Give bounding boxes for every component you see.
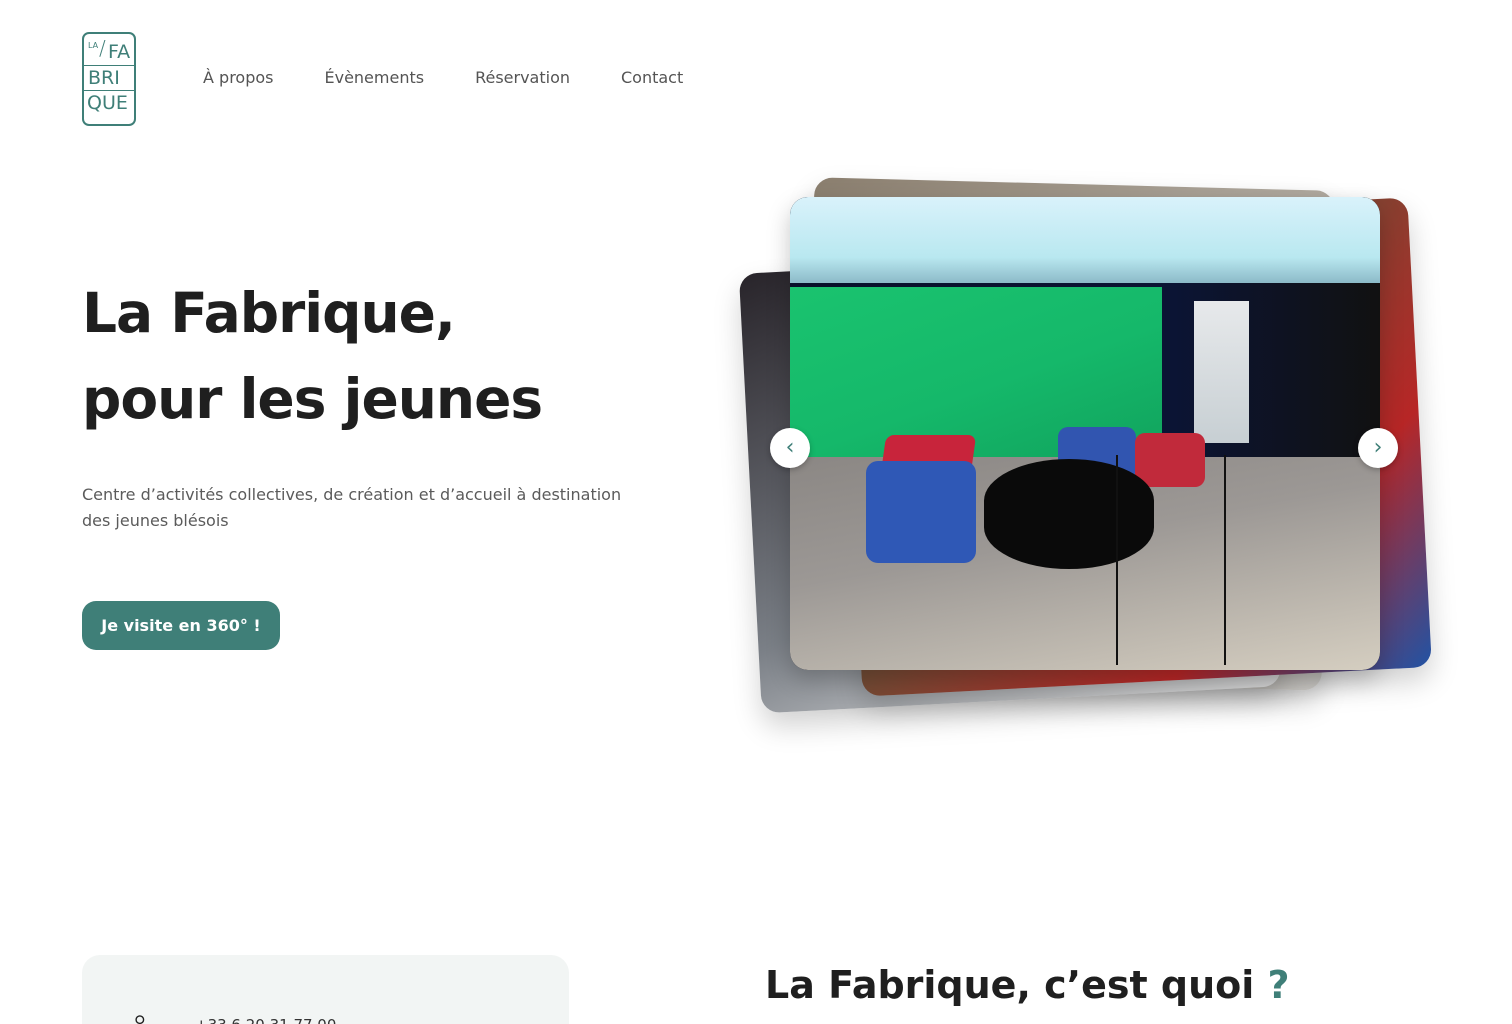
logo-divider-2 (84, 90, 134, 91)
main-nav: À propos Évènements Réservation Contact (203, 68, 683, 87)
logo-la: LA (88, 41, 99, 50)
hero-title-line-2: pour les jeunes (82, 367, 543, 431)
chevron-right-icon: › (1373, 435, 1383, 460)
chevron-left-icon: ‹ (785, 435, 795, 460)
section-title-question-mark: ? (1267, 963, 1290, 1007)
location-pin-icon: ⚲ (134, 1012, 146, 1024)
phone-number[interactable]: +33 6 20 31 77 00 (195, 1016, 336, 1024)
logo-slash: / (99, 36, 106, 60)
logo[interactable]: LA / FA BRI QUE (82, 32, 136, 126)
hero-description: Centre d’activités collectives, de créat… (82, 485, 622, 530)
photo-tripod (1116, 455, 1226, 665)
logo-que: QUE (87, 92, 128, 114)
contact-info-box (82, 955, 569, 1024)
photo-ceiling (790, 197, 1380, 283)
photo-cutout-figure (1194, 301, 1249, 443)
nav-link-reservation[interactable]: Réservation (475, 68, 570, 87)
nav-link-evenements[interactable]: Évènements (324, 68, 424, 87)
section-title-text: La Fabrique, c’est quoi (765, 963, 1255, 1007)
section-title: La Fabrique, c’est quoi ? (765, 961, 1290, 1009)
studio-photo (790, 197, 1380, 670)
nav-link-a-propos[interactable]: À propos (203, 68, 273, 87)
nav-link-contact[interactable]: Contact (621, 68, 683, 87)
logo-divider-1 (84, 65, 134, 66)
visit-360-button[interactable]: Je visite en 360° ! (82, 601, 280, 650)
photo-blue-chair (866, 461, 976, 563)
carousel-prev-button[interactable]: ‹ (770, 428, 810, 468)
carousel-next-button[interactable]: › (1358, 428, 1398, 468)
hero-title-line-1: La Fabrique, (82, 281, 456, 345)
image-carousel (738, 170, 1440, 730)
logo-fa: FA (108, 41, 131, 63)
logo-bri: BRI (88, 67, 120, 89)
hero-title: La Fabrique, pour les jeunes (82, 270, 543, 442)
